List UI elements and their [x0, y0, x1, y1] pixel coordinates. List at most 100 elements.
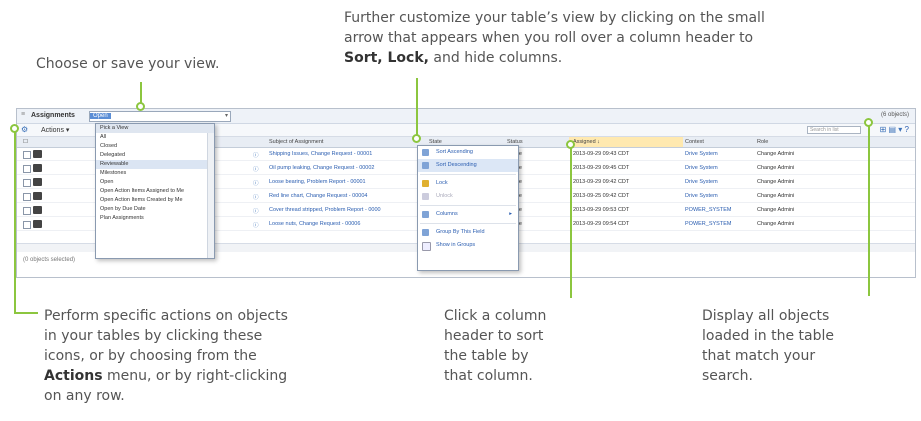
callout-choose-view: Choose or save your view. [36, 56, 220, 72]
view-option[interactable]: Plan Assignments [96, 214, 214, 223]
column-header-assigned[interactable]: Assigned ↓ [569, 137, 683, 147]
menu-separator [420, 174, 516, 175]
help-icon[interactable]: ? [905, 125, 909, 134]
callout-line [570, 148, 572, 298]
view-selected-value: Open [90, 113, 111, 119]
view-option[interactable]: Open Action Items Created by Me [96, 196, 214, 205]
row-assigned: 2013-09-29 09:54 CDT [573, 221, 630, 227]
callout-dot [412, 134, 421, 143]
callout-display-line3: that match your [702, 348, 816, 364]
menu-group-by-field[interactable]: Group By This Field [418, 226, 518, 239]
callout-sort: Click a column header to sort the table … [444, 306, 594, 386]
callout-actions-line3: icons, or by choosing from the [44, 348, 257, 364]
assignments-table-panel: ≡ Assignments Open ▾ (6 objects) ⚙ Actio… [16, 108, 916, 278]
table-titlebar: ≡ Assignments Open ▾ (6 objects) [17, 109, 915, 124]
row-context[interactable]: Drive System [685, 165, 718, 171]
row-subject[interactable]: Loose bearing, Problem Report - 00001 [269, 179, 419, 185]
row-context[interactable]: POWER_SYSTEM [685, 221, 731, 227]
info-icon[interactable]: ⓘ [253, 207, 259, 215]
row-assigned: 2013-09-29 09:53 CDT [573, 207, 630, 213]
info-icon[interactable]: ⓘ [253, 151, 259, 159]
object-count[interactable]: (6 objects) [881, 112, 909, 118]
table-title: Assignments [31, 112, 75, 119]
chevron-down-icon: ▾ [224, 113, 228, 119]
callout-sort-line4: that column. [444, 368, 533, 384]
callout-line [14, 128, 16, 314]
collapse-icon[interactable]: ≡ [21, 111, 25, 118]
menu-unlock-label: Unlock [436, 193, 453, 199]
row-role: Change Admini [757, 179, 795, 185]
callout-customize-view: Further customize your table’s view by c… [344, 8, 914, 68]
object-type-icon [33, 164, 42, 172]
info-icon[interactable]: ⓘ [253, 179, 259, 187]
menu-sort-ascending[interactable]: Sort Ascending [418, 146, 518, 159]
row-checkbox[interactable] [23, 151, 31, 159]
row-subject[interactable]: Oil pump leaking, Change Request - 00002 [269, 165, 419, 171]
row-checkbox[interactable] [23, 221, 31, 229]
search-input[interactable]: Search in list [807, 126, 861, 134]
actions-menu[interactable]: Actions ▾ [41, 126, 69, 134]
column-header-subject[interactable]: Subject of Assignment [269, 139, 323, 145]
view-option[interactable]: Open Action Items Assigned to Me [96, 187, 214, 196]
lock-icon [422, 180, 429, 187]
view-option[interactable]: Reviewable [96, 160, 214, 169]
row-checkbox[interactable] [23, 207, 31, 215]
row-context[interactable]: Drive System [685, 151, 718, 157]
callout-customize-tail: and hide columns. [428, 50, 563, 66]
column-header-context[interactable]: Context [685, 139, 704, 145]
row-role: Change Admini [757, 207, 795, 213]
select-all-checkbox[interactable]: ☐ [23, 139, 28, 145]
row-subject[interactable]: Loose nuts, Change Request - 00006 [269, 221, 419, 227]
row-assigned: 2013-09-29 09:43 CDT [573, 151, 630, 157]
menu-lock[interactable]: Lock [418, 177, 518, 190]
info-icon[interactable]: ⓘ [253, 165, 259, 173]
view-option[interactable]: All [96, 133, 214, 142]
callout-dot [136, 102, 145, 111]
row-role: Change Admini [757, 165, 795, 171]
info-icon[interactable]: ⓘ [253, 193, 259, 201]
dropdown-scrollbar[interactable] [207, 133, 214, 258]
row-subject[interactable]: Cover thread stripped, Problem Report - … [269, 207, 419, 213]
row-role: Change Admini [757, 193, 795, 199]
callout-sort-line1: Click a column [444, 308, 547, 324]
menu-sort-descending-label: Sort Descending [436, 162, 477, 168]
callout-dot [566, 140, 575, 149]
row-context[interactable]: Drive System [685, 179, 718, 185]
menu-show-in-groups-label: Show in Groups [436, 242, 476, 248]
callout-display-all: Display all objects loaded in the table … [702, 306, 902, 386]
object-type-icon [33, 220, 42, 228]
callout-actions-line1: Perform specific actions on objects [44, 308, 288, 324]
callout-line [14, 312, 38, 314]
row-context[interactable]: Drive System [685, 193, 718, 199]
row-checkbox[interactable] [23, 193, 31, 201]
menu-columns[interactable]: Columns ▸ [418, 208, 518, 221]
view-option[interactable]: Milestones [96, 169, 214, 178]
view-dropdown[interactable]: Pick a View All Closed Delegated Reviewable… [95, 123, 215, 259]
view-option[interactable]: Closed [96, 142, 214, 151]
row-assigned: 2013-09-29 09:45 CDT [573, 165, 630, 171]
callout-display-line4: search. [702, 368, 753, 384]
callout-line [416, 78, 418, 138]
toolbar-icons[interactable]: ⊞ ▤ ▾ ? [880, 125, 909, 134]
info-icon[interactable]: ⓘ [253, 221, 259, 229]
column-header-role[interactable]: Role [757, 139, 768, 145]
view-selector[interactable]: Open ▾ [89, 111, 231, 122]
view-dropdown-header: Pick a View [96, 124, 214, 133]
row-assigned: 2013-09-29 09:42 CDT [573, 179, 630, 185]
action-icons[interactable]: ⚙ [21, 125, 28, 134]
view-option[interactable]: Open [96, 178, 214, 187]
callout-sort-line3: the table by [444, 348, 529, 364]
menu-sort-descending[interactable]: Sort Descending [418, 159, 518, 172]
view-option[interactable]: Delegated [96, 151, 214, 160]
row-subject[interactable]: Red line chart, Change Request - 00004 [269, 193, 419, 199]
row-subject[interactable]: Shipping Issues, Change Request - 00001 [269, 151, 419, 157]
menu-show-in-groups[interactable]: Show in Groups [418, 239, 518, 252]
row-context[interactable]: POWER_SYSTEM [685, 207, 731, 213]
row-checkbox[interactable] [23, 165, 31, 173]
view-option[interactable]: Open by Due Date [96, 205, 214, 214]
menu-group-by-field-label: Group By This Field [436, 229, 485, 235]
columns-icon [422, 211, 429, 218]
row-checkbox[interactable] [23, 179, 31, 187]
show-groups-icon [422, 242, 431, 251]
group-icon [422, 229, 429, 236]
